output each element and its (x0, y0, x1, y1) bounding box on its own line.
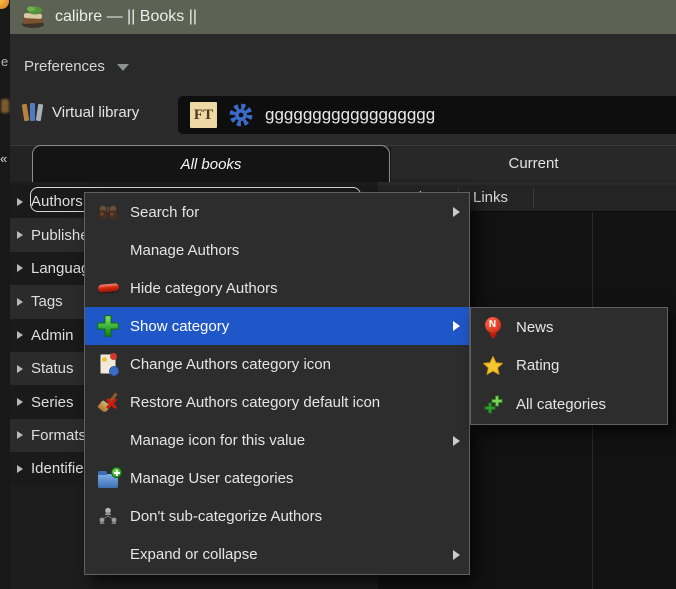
menu-item-manage-icon-for-value[interactable]: Manage icon for this value (85, 422, 469, 460)
edge-chevron-icon: « (0, 151, 7, 166)
binoculars-icon (95, 199, 121, 225)
preferences-button[interactable]: Preferences (24, 58, 129, 75)
tab-all-books-label: All books (181, 156, 242, 173)
preferences-label: Preferences (24, 58, 105, 75)
column-divider[interactable] (533, 188, 534, 208)
virtual-library-label: Virtual library (52, 104, 139, 121)
collapse-arrow-icon[interactable] (17, 398, 23, 406)
menu-item-show-category[interactable]: Show category (85, 307, 469, 345)
rating-star-icon (481, 354, 505, 378)
submenu-item-news[interactable]: N News (471, 308, 667, 347)
tab-current-label: Current (508, 155, 558, 172)
search-bar[interactable]: FT gggggggggggggggggg (178, 96, 676, 134)
virtual-library-button[interactable]: Virtual library (22, 102, 139, 122)
calibre-window: e « calibre — || Books || Preferences Vi… (0, 0, 676, 589)
menu-item-expand-or-collapse[interactable]: Expand or collapse (85, 536, 469, 574)
menu-item-hide-category[interactable]: Hide category Authors (85, 269, 469, 307)
chevron-down-icon (117, 64, 129, 71)
search-text: gggggggggggggggggg (265, 105, 435, 125)
calibre-logo-icon (19, 5, 47, 29)
show-category-submenu: N News Rating All categories (470, 307, 668, 425)
books-stack-icon (22, 102, 45, 122)
submenu-arrow-icon (453, 207, 460, 217)
collapse-arrow-icon[interactable] (17, 198, 23, 206)
collapse-arrow-icon[interactable] (17, 264, 23, 272)
tab-current[interactable]: Current (390, 147, 676, 180)
edge-letter: e (1, 54, 8, 69)
submenu-item-rating[interactable]: Rating (471, 347, 667, 386)
collapse-arrow-icon[interactable] (17, 331, 23, 339)
edge-blob-icon (1, 99, 9, 113)
menu-item-manage-authors[interactable]: Manage Authors (85, 231, 469, 269)
ft-badge[interactable]: FT (190, 102, 217, 128)
edge-orb-icon (0, 0, 9, 9)
titlebar: calibre — || Books || (10, 0, 676, 34)
gear-icon[interactable] (228, 102, 254, 128)
collapse-arrow-icon[interactable] (17, 465, 23, 473)
window-title: calibre — || Books || (55, 8, 197, 26)
context-menu: Search for Manage Authors Hide category … (84, 192, 470, 575)
submenu-arrow-icon (453, 321, 460, 331)
submenu-arrow-icon (453, 436, 460, 446)
all-categories-icon (481, 392, 505, 416)
menu-item-dont-subcategorize[interactable]: Don't sub-categorize Authors (85, 498, 469, 536)
menu-item-search-for[interactable]: Search for (85, 193, 469, 231)
column-header-links[interactable]: Links (473, 189, 508, 206)
tab-all-books[interactable]: All books (32, 145, 390, 182)
submenu-arrow-icon (453, 550, 460, 560)
submenu-item-all-categories[interactable]: All categories (471, 385, 667, 424)
folder-plus-icon (95, 466, 121, 492)
collapse-arrow-icon[interactable] (17, 365, 23, 373)
menu-item-change-category-icon[interactable]: Change Authors category icon (85, 345, 469, 383)
menu-item-manage-user-categories[interactable]: Manage User categories (85, 460, 469, 498)
restore-broom-icon (95, 390, 121, 416)
collapse-arrow-icon[interactable] (17, 298, 23, 306)
hide-minus-icon (95, 275, 121, 301)
change-category-icon (95, 351, 121, 377)
collapse-arrow-icon[interactable] (17, 231, 23, 239)
news-icon: N (481, 315, 505, 339)
collapse-arrow-icon[interactable] (17, 431, 23, 439)
subcategorize-icon (95, 504, 121, 530)
show-plus-icon (95, 313, 121, 339)
left-edge-strip: e « (0, 0, 10, 589)
menu-item-restore-default-icon[interactable]: Restore Authors category default icon (85, 383, 469, 421)
